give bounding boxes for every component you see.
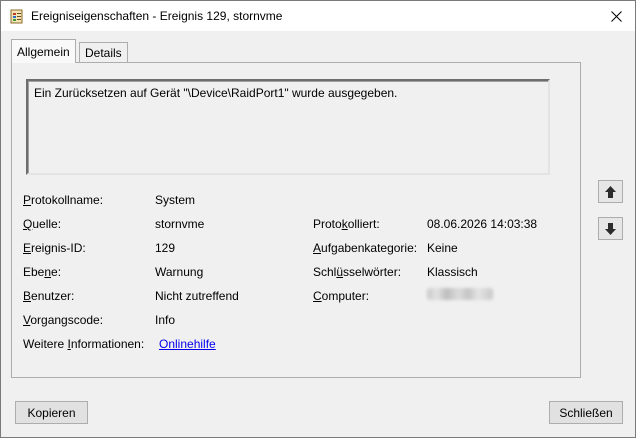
- label-schluesselwoerter: Schlüsselwörter:: [313, 265, 402, 279]
- close-button[interactable]: Schließen: [549, 401, 623, 424]
- value-ereignis-id: 129: [155, 241, 176, 255]
- tab-allgemein-label: Allgemein: [17, 44, 70, 59]
- value-protokolliert: 08.06.2026 14:03:38: [427, 217, 538, 231]
- general-tab-panel: Ein Zurücksetzen auf Gerät "\Device\Raid…: [11, 62, 581, 378]
- event-properties-icon: [10, 9, 24, 24]
- onlinehilfe-link[interactable]: Onlinehilfe: [159, 337, 216, 351]
- label-quelle: Quelle:: [23, 217, 62, 231]
- tab-details[interactable]: Details: [79, 42, 128, 63]
- value-vorgangscode: Info: [155, 313, 176, 327]
- arrow-down-icon: [605, 222, 616, 235]
- value-ebene: Warnung: [155, 265, 204, 279]
- tab-details-label: Details: [85, 46, 122, 60]
- event-description-box[interactable]: Ein Zurücksetzen auf Gerät "\Device\Raid…: [26, 79, 550, 175]
- copy-button[interactable]: Kopieren: [15, 401, 88, 424]
- close-icon: [610, 10, 622, 22]
- value-computer-redacted: [427, 288, 493, 300]
- label-protokollname: Protokollname:: [23, 193, 104, 207]
- value-aufgabenkategorie: Keine: [427, 241, 458, 255]
- event-properties-window: Ereigniseigenschaften - Ereignis 129, st…: [0, 0, 636, 438]
- window-title: Ereigniseigenschaften - Ereignis 129, st…: [31, 9, 283, 23]
- value-schluesselwoerter: Klassisch: [427, 265, 478, 279]
- close-button-label: Schließen: [559, 405, 613, 420]
- value-protokollname: System: [155, 193, 196, 207]
- title-bar[interactable]: Ereigniseigenschaften - Ereignis 129, st…: [1, 1, 635, 31]
- label-aufgabenkategorie: Aufgabenkategorie:: [313, 241, 418, 255]
- label-vorgangscode: Vorgangscode:: [23, 313, 104, 327]
- label-protokolliert: Protokolliert:: [313, 217, 380, 231]
- next-event-button[interactable]: [598, 217, 623, 240]
- value-quelle: stornvme: [155, 217, 205, 231]
- previous-event-button[interactable]: [598, 180, 623, 203]
- label-ebene: Ebene:: [23, 265, 62, 279]
- tab-allgemein[interactable]: Allgemein: [11, 39, 76, 63]
- window-close-button[interactable]: [597, 1, 635, 31]
- label-weitere-informationen: Weitere Informationen:: [23, 337, 145, 351]
- label-ereignis-id: Ereignis-ID:: [23, 241, 86, 255]
- arrow-up-icon: [605, 185, 616, 198]
- copy-button-label: Kopieren: [27, 405, 76, 420]
- label-computer: Computer:: [313, 289, 370, 303]
- label-benutzer: Benutzer:: [23, 289, 75, 303]
- value-benutzer: Nicht zutreffend: [155, 289, 239, 303]
- event-description-text: Ein Zurücksetzen auf Gerät "\Device\Raid…: [34, 86, 398, 100]
